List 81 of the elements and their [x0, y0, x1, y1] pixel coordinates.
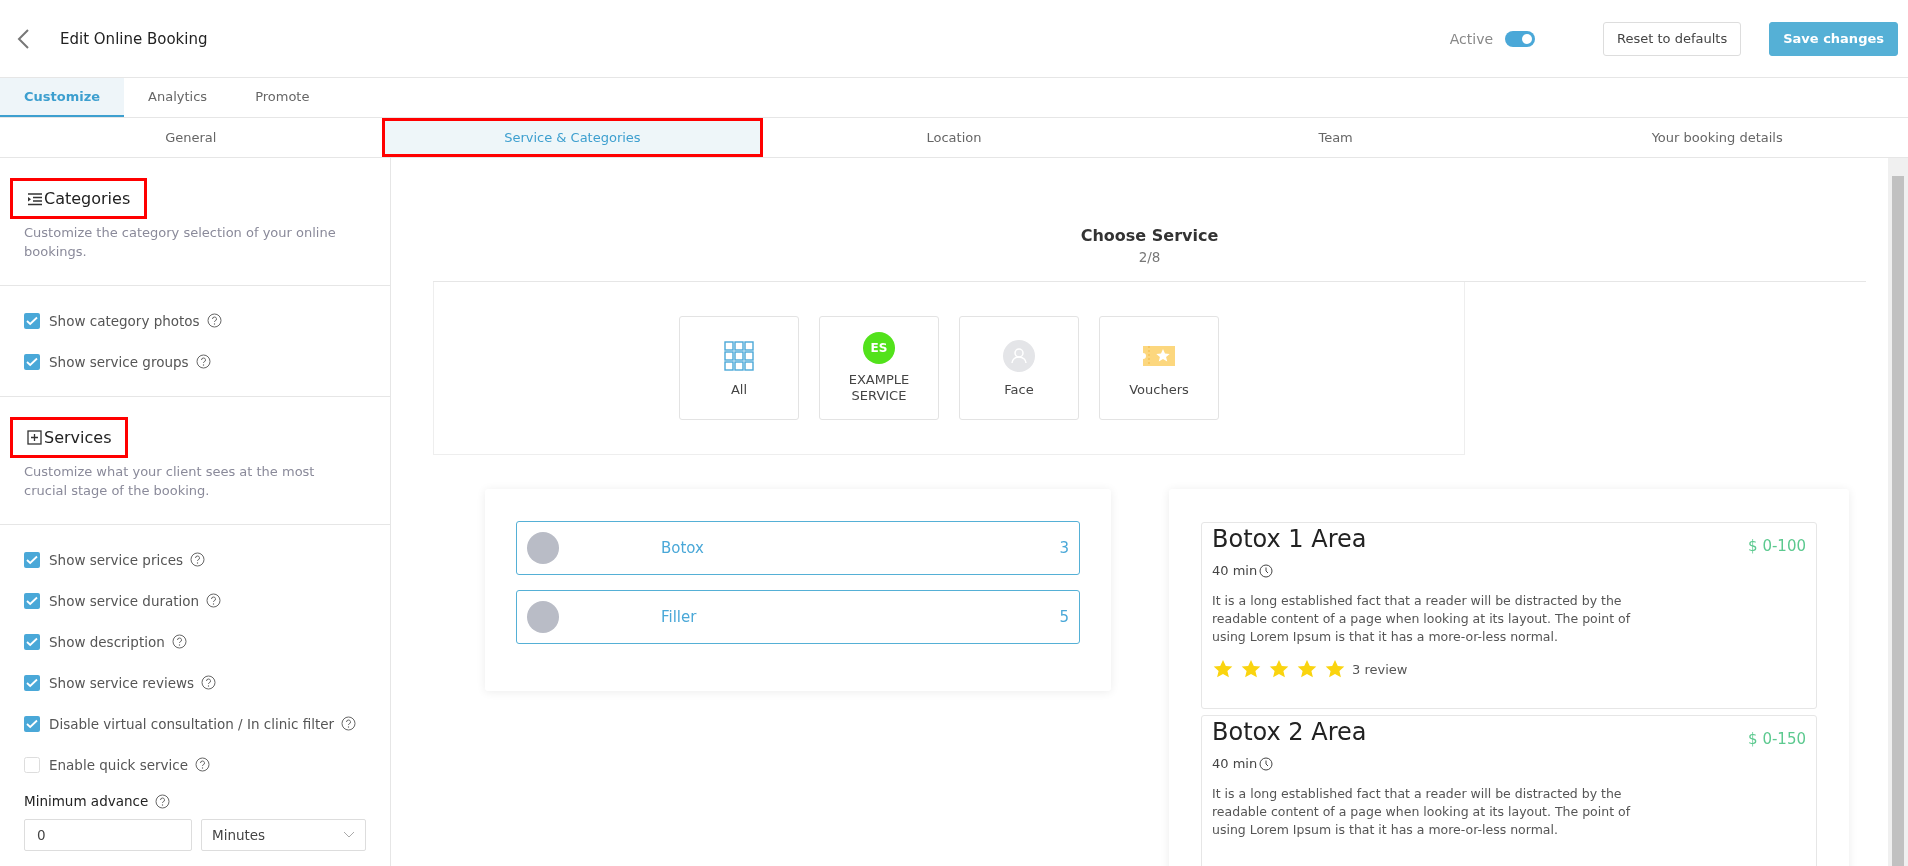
- help-icon[interactable]: [195, 354, 211, 369]
- option-label: Show service prices: [49, 551, 183, 568]
- step-counter: 2/8: [1137, 249, 1162, 265]
- service-card[interactable]: [1201, 522, 1817, 709]
- service-duration: 40 min: [1212, 756, 1258, 771]
- checkbox[interactable]: [24, 551, 40, 568]
- help-icon[interactable]: [195, 757, 211, 772]
- option-label: Show category photos: [49, 312, 200, 329]
- page-title: Edit Online Booking: [60, 29, 209, 48]
- service-price: $ 0-100: [1748, 537, 1806, 555]
- section-description: Customize the category selection of your online bookings.: [24, 224, 337, 261]
- section-heading: Categories: [10, 178, 148, 219]
- group-count: 3: [1059, 539, 1069, 557]
- service-description: It is a long established fact that a reader will be distracted by the readable content of a page when looking at its layout. The point of using Lorem Ipsum is that it has a more-or-less normal.: [1212, 592, 1632, 646]
- checkbox[interactable]: [24, 353, 40, 370]
- scrollbar-thumb[interactable]: [1892, 176, 1904, 866]
- clock-icon: [1259, 563, 1274, 578]
- service-description: It is a long established fact that a reader will be distracted by the readable content of a page when looking at its layout. The point of using Lorem Ipsum is that it has a more-or-less normal.: [1212, 785, 1632, 839]
- help-icon[interactable]: [206, 313, 222, 328]
- help-icon[interactable]: [206, 593, 222, 608]
- service-name: Botox 1 Area: [1212, 525, 1367, 553]
- checkbox[interactable]: [24, 756, 40, 773]
- star-icon: [1212, 658, 1234, 680]
- help-icon[interactable]: [155, 793, 171, 809]
- group-count: 5: [1059, 608, 1069, 626]
- field-label: Minimum advance: [24, 793, 149, 809]
- chevron-down-icon: [343, 831, 355, 839]
- option-label: Show service reviews: [49, 674, 195, 691]
- option-label: Disable virtual consultation / In clinic filter: [49, 715, 335, 732]
- option-label: Show service duration: [49, 592, 200, 609]
- checkbox[interactable]: [24, 674, 40, 691]
- plus-box-icon: [27, 430, 42, 445]
- star-icon: [1296, 658, 1318, 680]
- section-tab[interactable]: Team: [1144, 118, 1527, 157]
- star-icon: [1240, 658, 1262, 680]
- category-tile[interactable]: All: [679, 316, 799, 420]
- service-price: $ 0-150: [1748, 730, 1806, 748]
- tab[interactable]: Promote: [231, 78, 334, 117]
- photo-placeholder: [527, 601, 559, 633]
- indent-icon: [27, 191, 42, 206]
- checkbox[interactable]: [24, 592, 40, 609]
- group-name: Filler: [661, 608, 698, 626]
- section-heading: Services: [10, 417, 129, 458]
- service-name: Botox 2 Area: [1212, 718, 1367, 746]
- back-icon[interactable]: [16, 27, 32, 50]
- star-icon: [1268, 658, 1290, 680]
- step-title: Choose Service: [1079, 226, 1220, 245]
- help-icon[interactable]: [341, 716, 357, 731]
- group-name: Botox: [661, 539, 705, 557]
- unit-dropdown[interactable]: Minutes: [201, 819, 366, 851]
- help-icon[interactable]: [171, 634, 187, 649]
- active-toggle[interactable]: [1505, 30, 1536, 47]
- person-icon: [1001, 338, 1037, 374]
- section-tab[interactable]: Location: [763, 118, 1145, 157]
- category-tile[interactable]: Vouchers: [1099, 316, 1219, 420]
- checkbox[interactable]: [24, 715, 40, 732]
- section-description: Customize what your client sees at the most crucial stage of the booking.: [24, 463, 316, 500]
- option-label: Show description: [49, 633, 165, 650]
- star-icon: [1324, 658, 1346, 680]
- section-tab[interactable]: General: [0, 118, 382, 157]
- option-label: Show service groups: [49, 353, 189, 370]
- active-label: Active: [1449, 30, 1494, 47]
- checkbox[interactable]: [24, 312, 40, 329]
- photo-placeholder: [527, 532, 559, 564]
- reset-button[interactable]: Reset to defaults: [1603, 21, 1742, 56]
- scrollbar[interactable]: [1888, 158, 1908, 866]
- category-tile[interactable]: Face: [959, 316, 1079, 420]
- initials-avatar: ES: [863, 332, 895, 364]
- help-icon[interactable]: [190, 552, 205, 567]
- service-duration: 40 min: [1212, 563, 1258, 578]
- checkbox[interactable]: [24, 633, 40, 650]
- service-card[interactable]: [1201, 715, 1817, 866]
- option-label: Enable quick service: [49, 756, 189, 773]
- tab[interactable]: Analytics: [124, 78, 232, 117]
- help-icon[interactable]: [201, 675, 217, 690]
- section-tab[interactable]: Your booking details: [1526, 118, 1908, 157]
- review-count: 3 review: [1352, 661, 1408, 677]
- grid-icon: [721, 338, 757, 374]
- clock-icon: [1259, 756, 1274, 771]
- number-field[interactable]: 0: [24, 819, 192, 851]
- category-tile[interactable]: ES EXAMPLE SERVICE: [819, 316, 939, 420]
